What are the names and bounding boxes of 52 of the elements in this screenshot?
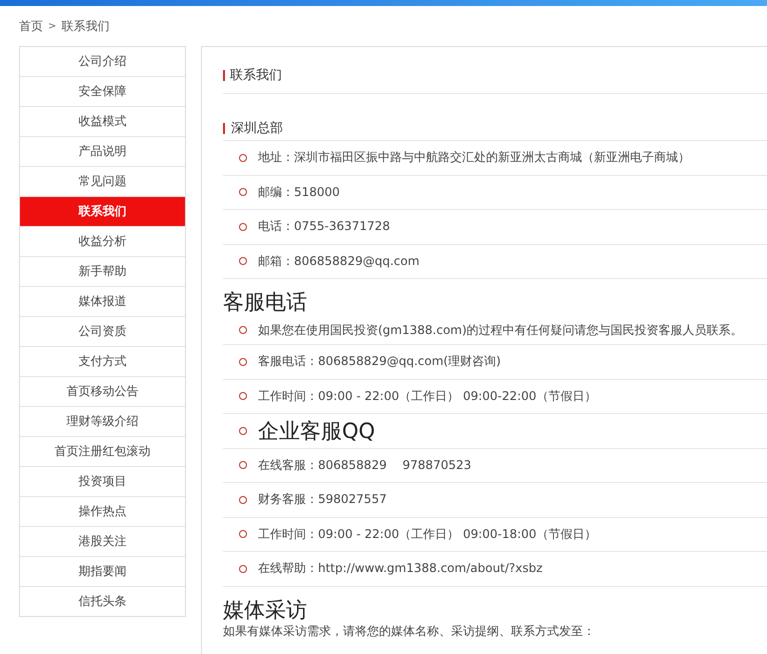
sidebar-item[interactable]: 投资项目 (20, 467, 185, 497)
bullet-icon (239, 154, 247, 162)
title-marker (223, 70, 225, 80)
paragraph: 如果有媒体采访需求，请将您的媒体名称、采访提纲、联系方式发至： (223, 624, 596, 638)
info-text: 客服电话：806858829@qq.com(理财咨询) (258, 353, 501, 370)
bullet-icon (239, 461, 247, 470)
bullet-icon (239, 188, 247, 196)
info-text: 电话：0755-36371728 (258, 218, 390, 236)
info-text: 在线帮助：http://www.gm1388.com/about/?xsbz (258, 560, 543, 578)
sidebar-item[interactable]: 支付方式 (20, 347, 185, 377)
sidebar-item[interactable]: 公司资质 (20, 317, 185, 347)
info-text: 地址：深圳市福田区振中路与中航路交汇处的新亚洲太古商城（新亚洲电子商城） (258, 149, 690, 166)
section-title: 媒体采访 (223, 596, 308, 624)
info-text: 邮编：518000 (258, 184, 340, 201)
section-title: 客服电话 (223, 289, 308, 316)
sidebar-item[interactable]: 收益模式 (20, 107, 185, 137)
info-text: 工作时间：09:00 - 22:00（工作日） 09:00-18:00（节假日） (258, 526, 596, 543)
info-text: 工作时间：09:00 - 22:00（工作日） 09:00-22:00（节假日） (258, 388, 596, 405)
sidebar-item[interactable]: 新手帮助 (20, 257, 185, 287)
info-text: 财务客服：598027557 (258, 491, 387, 508)
subsection-title: 企业客服QQ (258, 418, 376, 445)
bullet-icon (239, 358, 247, 366)
bullet-icon (239, 426, 247, 435)
sidebar-item[interactable]: 首页注册红包滚动 (20, 437, 185, 467)
info-text: 邮箱：806858829@qq.com (258, 252, 420, 270)
bullet-icon (239, 392, 247, 400)
sidebar-item[interactable]: 信托头条 (20, 587, 185, 616)
sidebar-item[interactable]: 期指要闻 (20, 557, 185, 587)
bullet-icon (239, 257, 247, 266)
sidebar-item[interactable]: 公司介绍 (20, 47, 185, 77)
info-text: 如果您在使用国民投资(gm1388.com)的过程中有任何疑问请您与国民投资客服人员联系。 (258, 322, 743, 338)
sidebar-item[interactable]: 理财等级介绍 (20, 407, 185, 437)
breadcrumb-separator: > (48, 20, 56, 32)
sidebar-item[interactable]: 安全保障 (20, 77, 185, 107)
bullet-icon (239, 222, 247, 231)
bullet-icon (239, 496, 247, 504)
title-marker (223, 122, 225, 134)
sidebar-item[interactable]: 联系我们 (20, 197, 185, 227)
sidebar-item[interactable]: 收益分析 (20, 227, 185, 257)
bullet-icon (239, 564, 247, 573)
sidebar-item[interactable]: 港股关注 (20, 527, 185, 557)
sidebar-item[interactable]: 媒体报道 (20, 287, 185, 317)
sidebar-item[interactable]: 首页移动公告 (20, 377, 185, 407)
sidebar-item[interactable]: 操作热点 (20, 497, 185, 527)
breadcrumb-link[interactable]: 首页 (19, 18, 43, 34)
sidebar-item[interactable]: 产品说明 (20, 137, 185, 167)
bullet-icon (239, 326, 247, 334)
bullet-icon (239, 530, 247, 538)
section-title: 深圳总部 (231, 120, 283, 137)
panel-title: 联系我们 (230, 67, 282, 84)
info-text: 在线客服：806858829 978870523 (258, 456, 472, 474)
breadcrumb-link[interactable]: 联系我们 (61, 18, 110, 34)
